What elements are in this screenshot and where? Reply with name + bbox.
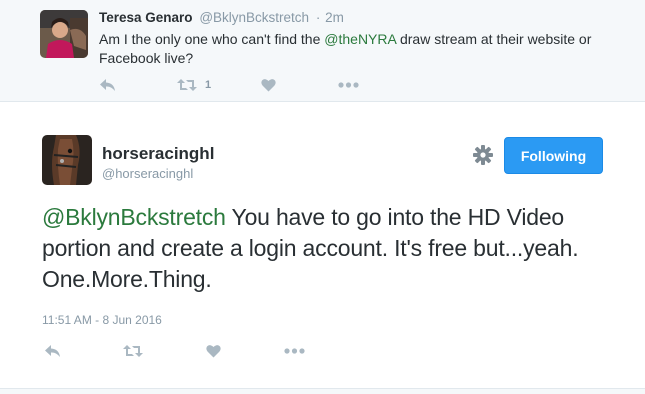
reply-icon xyxy=(44,344,61,358)
tweet-timestamp[interactable]: 11:51 AM - 8 Jun 2016 xyxy=(42,313,162,327)
avatar[interactable] xyxy=(40,10,88,58)
mention-link[interactable]: @theNYRA xyxy=(324,31,396,47)
retweet-icon xyxy=(177,78,197,92)
main-tweet: horseracinghl @horseracinghl Following @… xyxy=(0,102,645,388)
retweet-button[interactable] xyxy=(123,344,143,358)
mention-link[interactable]: @BklynBckstretch xyxy=(42,204,226,230)
gear-icon[interactable] xyxy=(472,144,494,166)
more-button[interactable] xyxy=(338,82,359,88)
retweet-icon xyxy=(123,344,143,358)
like-button[interactable] xyxy=(206,344,221,358)
main-tweet-text: @BklynBckstretch You have to go into the… xyxy=(42,202,612,295)
parent-tweet-actions: 1 xyxy=(0,76,645,96)
more-button[interactable] xyxy=(284,348,305,354)
parent-author-line: Teresa Genaro @BklynBckstretch · 2m xyxy=(99,10,344,25)
time-separator: · xyxy=(315,10,321,25)
more-dots-icon xyxy=(338,82,359,88)
like-button[interactable] xyxy=(261,78,276,92)
reply-button[interactable] xyxy=(99,78,116,92)
parent-tweet[interactable]: Teresa Genaro @BklynBckstretch · 2m Am I… xyxy=(0,0,645,102)
tweet-text-segment: Am I the only one who can't find the xyxy=(99,31,325,47)
divider xyxy=(0,388,645,394)
reply-button[interactable] xyxy=(44,344,61,358)
more-dots-icon xyxy=(284,348,305,354)
retweet-button[interactable]: 1 xyxy=(177,78,211,92)
avatar[interactable] xyxy=(42,135,92,185)
author-name[interactable]: horseracinghl xyxy=(102,144,214,164)
reply-icon xyxy=(99,78,116,92)
heart-icon xyxy=(261,78,276,92)
retweet-count: 1 xyxy=(205,79,212,91)
heart-icon xyxy=(206,344,221,358)
following-button[interactable]: Following xyxy=(504,137,603,174)
author-handle[interactable]: @horseracinghl xyxy=(102,166,193,181)
tweet-time[interactable]: 2m xyxy=(325,10,344,25)
main-tweet-actions xyxy=(0,342,645,362)
author-name[interactable]: Teresa Genaro xyxy=(99,10,193,25)
author-handle[interactable]: @BklynBckstretch xyxy=(199,10,309,25)
parent-tweet-text: Am I the only one who can't find the @th… xyxy=(99,30,619,68)
